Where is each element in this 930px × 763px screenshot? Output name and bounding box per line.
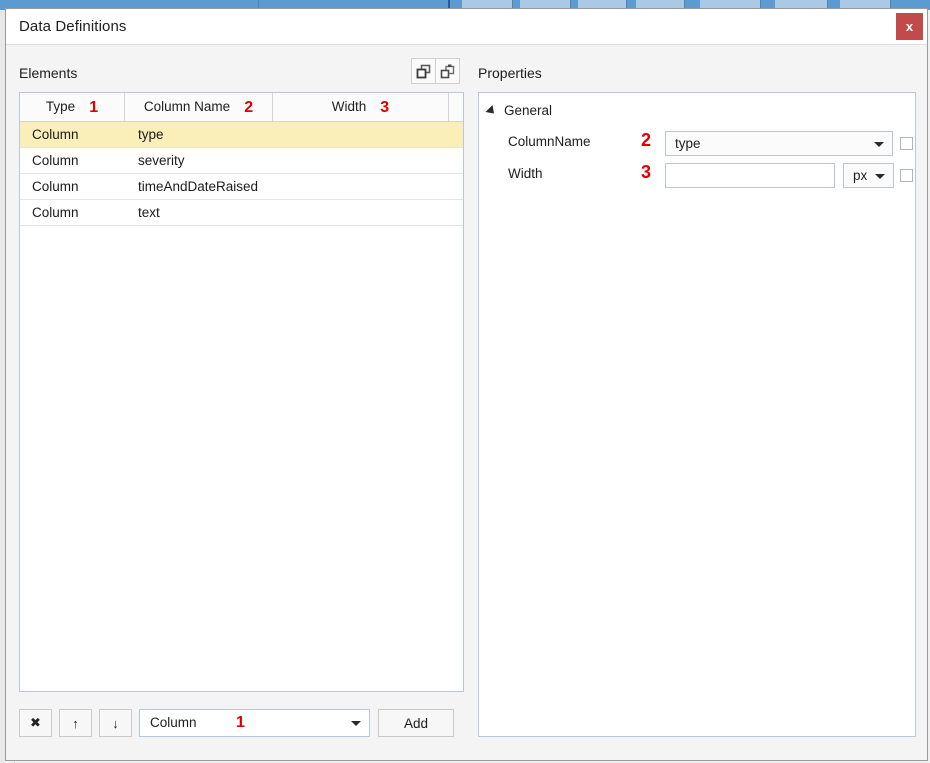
chevron-down-icon: [351, 721, 361, 726]
row-column-name: timeAndDateRaised: [138, 179, 259, 194]
elements-section-label: Elements: [19, 65, 78, 81]
annotation-1: 1: [236, 714, 245, 731]
chevron-down-icon: [875, 173, 885, 179]
row-type: Column: [32, 179, 79, 194]
dialog-footer: OK Cancel: [6, 751, 927, 760]
row-type: Column: [32, 127, 79, 142]
table-row[interactable]: Column timeAndDateRaised: [20, 174, 463, 200]
annotation-2: 2: [244, 99, 254, 116]
element-type-dropdown[interactable]: Column 1: [139, 709, 370, 737]
grid-header-type[interactable]: Type 1: [20, 93, 125, 121]
paste-icon[interactable]: [435, 58, 460, 84]
properties-panel: General ColumnName 2 type Width 3 px: [478, 92, 916, 737]
width-unit-value: px: [853, 168, 868, 183]
properties-section-label: Properties: [478, 65, 542, 81]
grid-header-width[interactable]: Width 3: [273, 93, 449, 121]
annotation-3: 3: [380, 99, 390, 116]
copy-icon[interactable]: [411, 58, 436, 84]
add-button[interactable]: Add: [378, 709, 454, 737]
columnname-dropdown-value: type: [675, 136, 701, 151]
row-column-name: type: [138, 127, 164, 142]
element-type-dropdown-value: Column: [150, 715, 197, 730]
width-input[interactable]: [665, 163, 835, 188]
columnname-dropdown[interactable]: type: [665, 131, 893, 156]
table-row[interactable]: Column type: [20, 122, 463, 148]
grid-header-type-label: Type: [45, 99, 76, 114]
delete-button[interactable]: ✖: [19, 709, 52, 737]
close-icon[interactable]: x: [896, 13, 923, 40]
grid-header-column-name[interactable]: Column Name 2: [125, 93, 273, 121]
row-column-name: severity: [138, 153, 185, 168]
row-type: Column: [32, 153, 79, 168]
elements-bottom-toolbar: ✖ ↑ ↓ Column 1 Add: [19, 709, 466, 737]
elements-grid: Type 1 Column Name 2 Width 3 Column type Co…: [19, 92, 464, 692]
grid-header-filler: [449, 93, 463, 121]
dialog-body: Elements Type 1 Column Name 2 Width 3 Co…: [6, 45, 927, 760]
row-column-name: text: [138, 205, 160, 220]
property-label-columnname: ColumnName: [508, 134, 591, 149]
table-row[interactable]: Column text: [20, 200, 463, 226]
property-row-columnname: ColumnName 2 type: [479, 130, 917, 156]
move-up-button[interactable]: ↑: [59, 709, 92, 737]
data-definitions-dialog: Data Definitions x Elements Type 1 Colum…: [5, 8, 928, 761]
chevron-down-icon: [485, 104, 498, 118]
width-binding-checkbox[interactable]: [900, 169, 913, 182]
grid-header-row: Type 1 Column Name 2 Width 3: [20, 93, 463, 122]
move-down-button[interactable]: ↓: [99, 709, 132, 737]
width-unit-dropdown[interactable]: px: [843, 163, 894, 188]
properties-group-label: General: [504, 103, 553, 118]
annotation-3: 3: [641, 162, 652, 182]
grid-header-width-label: Width: [331, 99, 367, 114]
columnname-binding-checkbox[interactable]: [900, 137, 913, 150]
property-label-width: Width: [508, 166, 543, 181]
annotation-1: 1: [89, 99, 99, 116]
chevron-down-icon: [874, 141, 884, 147]
table-row[interactable]: Column severity: [20, 148, 463, 174]
annotation-2: 2: [641, 130, 652, 150]
properties-group-general[interactable]: General: [485, 103, 553, 118]
row-type: Column: [32, 205, 79, 220]
grid-header-column-name-label: Column Name: [143, 99, 231, 114]
dialog-titlebar: Data Definitions x: [6, 9, 927, 45]
elements-toolbar: [411, 58, 460, 84]
dialog-title: Data Definitions: [19, 18, 127, 35]
property-row-width: Width 3 px: [479, 162, 917, 188]
